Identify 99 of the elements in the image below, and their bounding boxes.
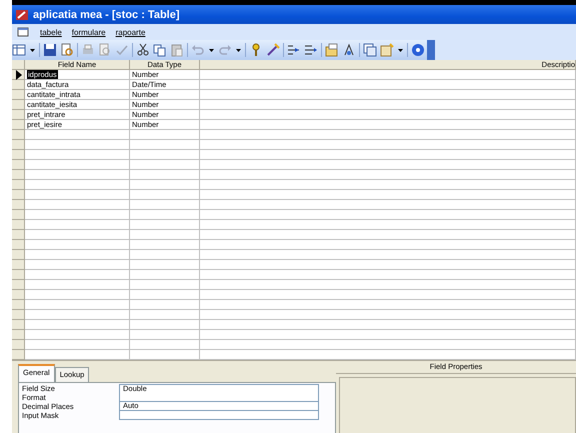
- table-cell[interactable]: [130, 280, 200, 290]
- table-cell[interactable]: [25, 130, 130, 140]
- table-cell[interactable]: [200, 310, 576, 320]
- delete-rows-icon[interactable]: [304, 43, 318, 57]
- table-cell[interactable]: [200, 230, 576, 240]
- paste-icon[interactable]: [170, 43, 184, 57]
- table-cell[interactable]: [25, 340, 130, 350]
- table-cell[interactable]: [200, 210, 576, 220]
- table-cell[interactable]: [200, 250, 576, 260]
- table-cell[interactable]: [130, 200, 200, 210]
- table-cell[interactable]: [200, 200, 576, 210]
- property-value-field[interactable]: [119, 393, 319, 402]
- table-cell[interactable]: [130, 330, 200, 340]
- toolbar-options-handle[interactable]: [427, 40, 435, 60]
- table-cell[interactable]: [130, 190, 200, 200]
- table-cell[interactable]: [200, 100, 576, 110]
- document-search-icon[interactable]: [60, 43, 74, 57]
- table-cell[interactable]: [25, 210, 130, 220]
- table-cell[interactable]: [130, 270, 200, 280]
- window-icon[interactable]: [16, 25, 30, 39]
- table-cell[interactable]: [200, 70, 576, 80]
- table-cell[interactable]: [130, 170, 200, 180]
- table-cell[interactable]: [200, 140, 576, 150]
- table-cell[interactable]: [25, 330, 130, 340]
- table-cell[interactable]: [200, 110, 576, 120]
- table-cell[interactable]: [130, 220, 200, 230]
- table-cell[interactable]: [25, 220, 130, 230]
- table-cell[interactable]: [25, 140, 130, 150]
- table-cell[interactable]: [200, 160, 576, 170]
- menu-item[interactable]: formulare: [72, 28, 106, 36]
- print-preview-icon[interactable]: [98, 43, 112, 57]
- help-icon[interactable]: [411, 43, 425, 57]
- row-selector[interactable]: [12, 70, 25, 80]
- table-cell[interactable]: [200, 130, 576, 140]
- wand-icon[interactable]: [266, 43, 280, 57]
- table-cell[interactable]: [200, 330, 576, 340]
- table-cell[interactable]: [130, 340, 200, 350]
- table-cell[interactable]: [25, 160, 130, 170]
- table-cell[interactable]: [200, 260, 576, 270]
- insert-rows-icon[interactable]: [287, 43, 301, 57]
- copy-icon[interactable]: [153, 43, 167, 57]
- save-icon[interactable]: [43, 43, 57, 57]
- table-cell[interactable]: [130, 130, 200, 140]
- table-cell[interactable]: [130, 140, 200, 150]
- table-cell[interactable]: [25, 180, 130, 190]
- table-cell[interactable]: [200, 120, 576, 130]
- table-cell[interactable]: [25, 270, 130, 280]
- table-cell[interactable]: [25, 280, 130, 290]
- table-cell[interactable]: [25, 150, 130, 160]
- table-cell[interactable]: [130, 310, 200, 320]
- table-cell[interactable]: [130, 320, 200, 330]
- table-cell[interactable]: [200, 300, 576, 310]
- table-cell[interactable]: [200, 320, 576, 330]
- printer-icon[interactable]: [81, 43, 95, 57]
- table-cell[interactable]: [130, 260, 200, 270]
- window-title: aplicatia mea - [stoc : Table]: [33, 8, 180, 20]
- table-cell[interactable]: [200, 90, 576, 100]
- table-cell[interactable]: [200, 270, 576, 280]
- table-cell[interactable]: [200, 150, 576, 160]
- table-cell[interactable]: [200, 80, 576, 90]
- table-cell[interactable]: [130, 290, 200, 300]
- table-cell[interactable]: [200, 290, 576, 300]
- row-selector-header: [12, 60, 25, 70]
- table-cell[interactable]: [200, 170, 576, 180]
- design-view-icon[interactable]: [12, 43, 26, 57]
- table-cell[interactable]: [130, 160, 200, 170]
- database-window-icon[interactable]: [363, 43, 377, 57]
- table-cell[interactable]: [130, 250, 200, 260]
- table-cell[interactable]: [25, 310, 130, 320]
- table-cell[interactable]: [130, 230, 200, 240]
- table-cell[interactable]: [200, 340, 576, 350]
- properties-icon[interactable]: [325, 43, 339, 57]
- table-cell[interactable]: [130, 150, 200, 160]
- table-cell[interactable]: [130, 300, 200, 310]
- table-cell[interactable]: [200, 220, 576, 230]
- table-cell[interactable]: [200, 240, 576, 250]
- property-value-field[interactable]: [119, 411, 319, 420]
- scissors-icon[interactable]: [136, 43, 150, 57]
- table-cell[interactable]: [25, 190, 130, 200]
- table-cell[interactable]: [25, 320, 130, 330]
- row-pointer-icon: [13, 68, 23, 82]
- table-icon: [15, 8, 29, 22]
- table-cell[interactable]: [200, 180, 576, 190]
- table-cell[interactable]: [25, 200, 130, 210]
- table-cell[interactable]: [200, 190, 576, 200]
- menu-item[interactable]: rapoarte: [116, 28, 146, 36]
- table-cell[interactable]: [25, 250, 130, 260]
- table-cell[interactable]: [130, 210, 200, 220]
- table-cell[interactable]: [25, 240, 130, 250]
- table-cell[interactable]: [25, 290, 130, 300]
- spelling-check-icon[interactable]: [115, 43, 129, 57]
- table-cell[interactable]: [130, 180, 200, 190]
- table-cell[interactable]: [25, 230, 130, 240]
- menu-item[interactable]: tabele: [40, 28, 62, 36]
- table-cell[interactable]: [25, 260, 130, 270]
- table-cell[interactable]: [130, 240, 200, 250]
- table-cell[interactable]: [25, 170, 130, 180]
- table-cell[interactable]: [200, 280, 576, 290]
- table-cell[interactable]: [25, 300, 130, 310]
